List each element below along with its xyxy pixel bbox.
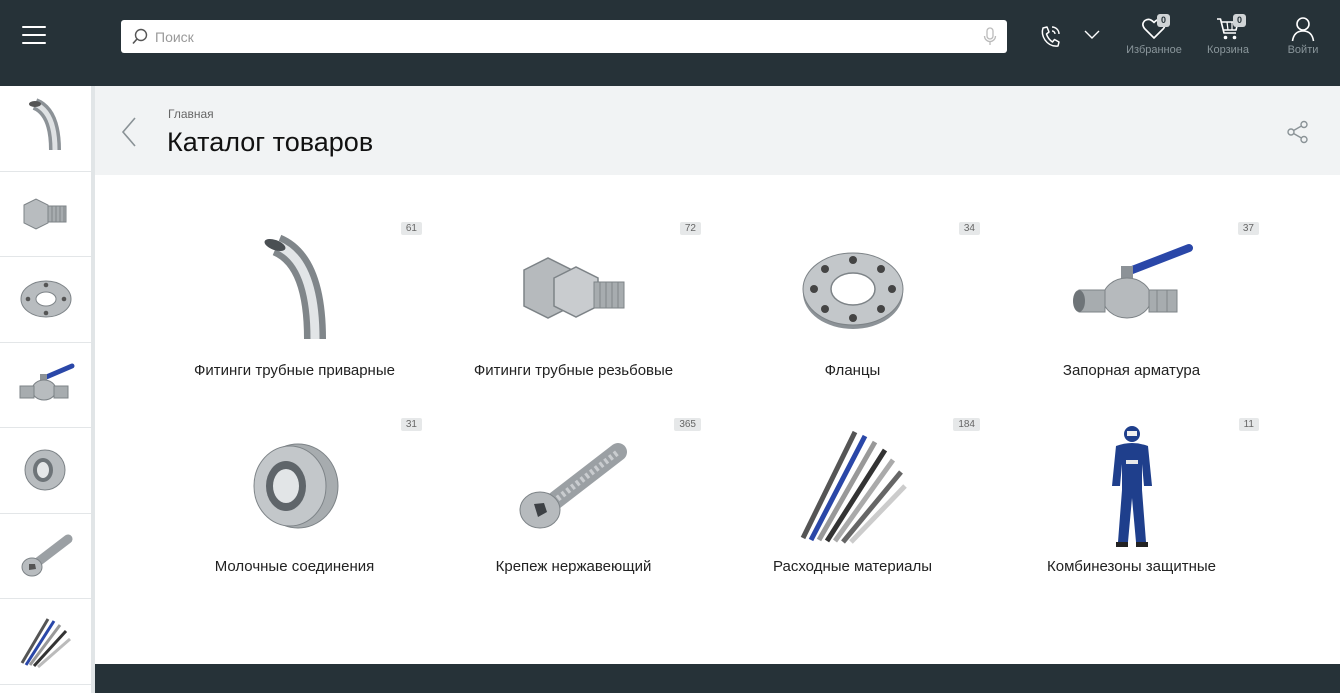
category-count-badge: 11 xyxy=(1238,418,1259,431)
bolt-icon xyxy=(21,534,72,577)
category-count-badge: 37 xyxy=(1237,222,1259,235)
category-count-badge: 72 xyxy=(679,222,701,235)
sidebar-item-flanges[interactable] xyxy=(0,257,91,343)
category-card-flanges[interactable]: 34 Фланцы xyxy=(713,210,992,400)
category-count-badge: 31 xyxy=(400,418,422,431)
search-icon xyxy=(132,28,148,45)
hamburger-menu-icon[interactable] xyxy=(22,26,46,46)
category-name: Молочные соединения xyxy=(214,558,375,575)
pipe-elbow-icon xyxy=(264,234,326,339)
welding-rods-icon xyxy=(20,618,71,669)
sidebar-item-stainless-fasteners[interactable] xyxy=(0,514,91,599)
breadcrumb[interactable]: Главная xyxy=(168,107,214,121)
sidebar-item-consumables[interactable] xyxy=(0,599,91,685)
category-name: Крепеж нержавеющий xyxy=(495,558,652,575)
category-card-protective-suits[interactable]: 11 Комбинезоны защитные xyxy=(992,406,1271,596)
favorites-button[interactable]: 0 Избранное xyxy=(1121,14,1187,56)
category-card-welded-fittings[interactable]: 61 Фитинги трубные приварные xyxy=(155,210,434,400)
category-name: Фланцы xyxy=(824,362,881,379)
favorites-label: Избранное xyxy=(1126,44,1182,56)
pipe-elbow-icon xyxy=(28,98,61,151)
top-bar: 0 Избранное 0 Корзина Войти xyxy=(0,0,1340,86)
page-title: Каталог товаров xyxy=(167,127,374,157)
search-input[interactable] xyxy=(155,20,975,53)
category-count-badge: 34 xyxy=(958,222,980,235)
sidebar-item-dairy-fittings[interactable] xyxy=(0,428,91,514)
category-count-badge: 61 xyxy=(400,222,422,235)
cart-count-badge: 0 xyxy=(1233,14,1246,27)
cart-button[interactable]: 0 Корзина xyxy=(1195,14,1261,56)
category-count-badge: 184 xyxy=(953,418,980,431)
category-name: Расходные материалы xyxy=(773,558,932,575)
welding-rods-icon xyxy=(800,430,907,544)
category-count-badge: 365 xyxy=(674,418,701,431)
category-name: Запорная арматура xyxy=(1062,362,1201,379)
sidebar-item-shutoff-valves[interactable] xyxy=(0,343,91,428)
back-arrow-icon[interactable] xyxy=(121,116,137,148)
login-button[interactable]: Войти xyxy=(1270,14,1336,56)
microphone-icon[interactable] xyxy=(983,27,997,46)
footer xyxy=(95,664,1340,693)
dairy-union-icon xyxy=(253,443,338,529)
category-card-dairy-fittings[interactable]: 31 Молочные соединения xyxy=(155,406,434,596)
share-icon[interactable] xyxy=(1286,120,1310,144)
search-bar xyxy=(121,20,1007,53)
bolt-icon xyxy=(519,443,627,529)
ball-valve-icon xyxy=(1072,244,1193,319)
favorites-count-badge: 0 xyxy=(1157,14,1170,27)
login-label: Войти xyxy=(1287,44,1319,56)
threaded-union-icon xyxy=(522,257,624,319)
dairy-union-icon xyxy=(24,449,65,491)
protective-suit-icon xyxy=(1111,425,1152,547)
threaded-union-icon xyxy=(23,198,66,230)
ball-valve-icon xyxy=(19,363,74,401)
category-card-consumables[interactable]: 184 Расходные материалы xyxy=(713,406,992,596)
category-name: Фитинги трубные резьбовые xyxy=(473,362,674,379)
cart-label: Корзина xyxy=(1207,44,1249,56)
phone-icon[interactable] xyxy=(1038,24,1062,50)
category-sidebar xyxy=(0,86,95,693)
flange-icon xyxy=(20,280,71,318)
chevron-down-icon[interactable] xyxy=(1083,28,1101,40)
sidebar-item-threaded-fittings[interactable] xyxy=(0,172,91,257)
flange-icon xyxy=(802,252,903,329)
user-icon xyxy=(1291,17,1315,42)
category-name: Фитинги трубные приварные xyxy=(194,362,395,379)
category-card-stainless-fasteners[interactable]: 365 Крепеж нержавеющий xyxy=(434,406,713,596)
category-card-shutoff-valves[interactable]: 37 Запорная арматура xyxy=(992,210,1271,400)
sidebar-item-welded-fittings[interactable] xyxy=(0,86,91,172)
category-card-threaded-fittings[interactable]: 72 Фитинги трубные резьбовые xyxy=(434,210,713,400)
page-header: Главная Каталог товаров xyxy=(95,86,1340,175)
category-name: Комбинезоны защитные xyxy=(1047,558,1216,575)
